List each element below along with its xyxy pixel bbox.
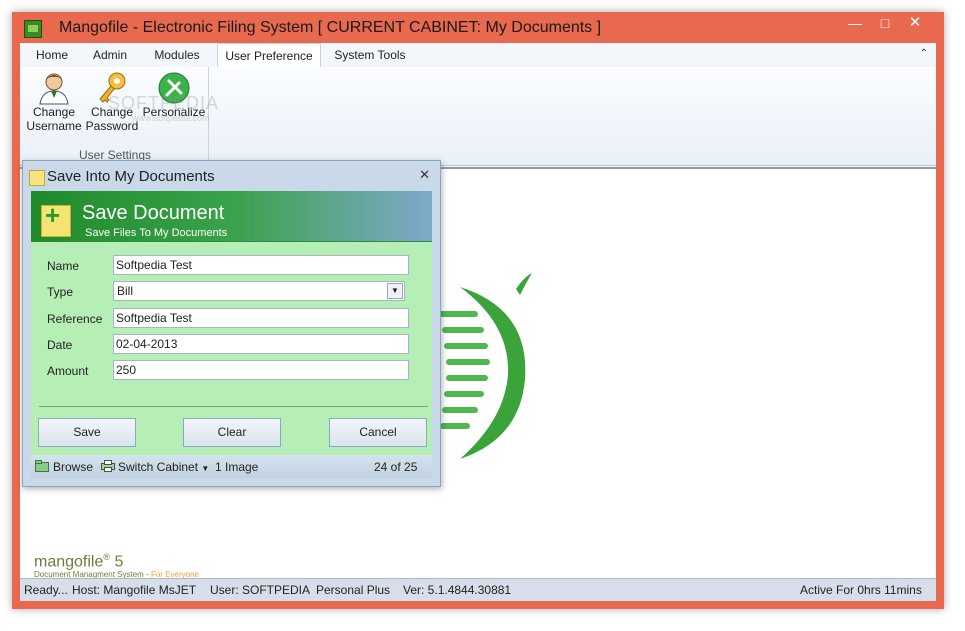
brand-name: mangofile: [34, 553, 104, 571]
type-select-value: Bill: [117, 284, 134, 298]
brand-version: 5: [114, 553, 124, 571]
name-field[interactable]: Softpedia Test: [113, 255, 409, 275]
softpedia-watermark-url: www.softpedia.com: [132, 113, 210, 123]
date-field[interactable]: 02-04-2013: [113, 334, 409, 354]
ribbon-body: Change Username Change Password Personal…: [20, 67, 936, 166]
brand-reg: ®: [103, 552, 111, 562]
reference-field[interactable]: Softpedia Test: [113, 308, 409, 328]
cancel-button[interactable]: Cancel: [329, 418, 427, 447]
dropdown-arrow-icon[interactable]: ▼: [387, 283, 403, 299]
chevron-down-icon: ▼: [201, 464, 210, 473]
app-icon: [24, 20, 42, 38]
brand-logo: mangofile® 5: [34, 552, 123, 571]
printer-icon[interactable]: [101, 460, 115, 472]
dialog-header: Save Document Save Files To My Documents: [31, 191, 432, 241]
browse-link[interactable]: Browse: [53, 460, 93, 474]
ribbon-collapse-icon[interactable]: ⌃: [920, 48, 928, 59]
reference-label: Reference: [47, 312, 103, 326]
type-select[interactable]: Bill ▼: [113, 281, 405, 301]
form-divider: [39, 406, 428, 407]
page-counter: 24 of 25: [374, 460, 418, 474]
date-label: Date: [47, 338, 73, 352]
status-ready: Ready...: [24, 583, 68, 597]
window-title: Mangofile - Electronic Filing System [ C…: [59, 19, 602, 36]
status-user: User: SOFTPEDIA: [210, 583, 311, 597]
type-row: Type Bill ▼: [31, 281, 432, 303]
image-count: 1 Image: [215, 460, 259, 474]
name-label: Name: [47, 259, 80, 273]
ribbon-tabs: Home Admin Modules User Preference Syste…: [20, 43, 936, 68]
save-dialog: Save Into My Documents ✕ Save Document S…: [22, 160, 441, 487]
change-username-label-1: Change: [32, 105, 76, 119]
tab-modules[interactable]: Modules: [144, 43, 210, 66]
date-row: Date 02-04-2013: [31, 334, 432, 356]
add-document-icon: [41, 200, 71, 237]
clear-button[interactable]: Clear: [183, 418, 281, 447]
dialog-header-title: Save Document: [82, 202, 225, 224]
tab-admin[interactable]: Admin: [84, 43, 136, 66]
switch-cabinet-label: Switch Cabinet: [118, 460, 199, 474]
dialog-close-button[interactable]: ✕: [419, 167, 430, 183]
mango-logo-icon: [438, 273, 532, 459]
name-row: Name Softpedia Test: [31, 255, 432, 277]
dialog-title: Save Into My Documents: [47, 168, 215, 185]
change-username-button[interactable]: Change Username: [26, 69, 82, 139]
softpedia-watermark: SOFTPEDIA: [108, 93, 220, 113]
title-bar[interactable]: Mangofile - Electronic Filing System [ C…: [12, 12, 944, 44]
user-icon: [37, 71, 71, 105]
status-host: Host: Mangofile MsJET: [72, 583, 197, 597]
status-edition: Personal Plus: [316, 583, 391, 597]
dialog-header-subtitle: Save Files To My Documents: [85, 227, 228, 239]
tab-user-preference[interactable]: User Preference: [217, 43, 321, 68]
tab-system-tools[interactable]: System Tools: [328, 43, 412, 66]
dialog-form: Name Softpedia Test Type Bill ▼ Referenc…: [31, 241, 432, 456]
type-label: Type: [47, 285, 74, 299]
status-active-time: Active For 0hrs 11mins: [800, 583, 922, 597]
close-button[interactable]: ✕: [900, 12, 930, 34]
reference-row: Reference Softpedia Test: [31, 308, 432, 330]
switch-cabinet-dropdown[interactable]: Switch Cabinet ▼: [118, 460, 209, 474]
maximize-button[interactable]: □: [870, 12, 900, 34]
dialog-footer: Browse Switch Cabinet ▼ 1 Image 24 of 25: [31, 455, 432, 478]
change-username-label-2: Username: [26, 119, 82, 133]
amount-row: Amount 250: [31, 360, 432, 382]
dialog-note-icon: [29, 170, 45, 186]
amount-field[interactable]: 250: [113, 360, 409, 380]
tab-home[interactable]: Home: [28, 43, 76, 66]
minimize-button[interactable]: —: [840, 12, 870, 34]
status-bar: Ready... Host: Mangofile MsJET User: SOF…: [20, 578, 936, 601]
status-version: Ver: 5.1.4844.30881: [403, 583, 512, 597]
amount-label: Amount: [47, 364, 89, 378]
browse-icon[interactable]: [35, 460, 49, 472]
save-button[interactable]: Save: [38, 418, 136, 447]
